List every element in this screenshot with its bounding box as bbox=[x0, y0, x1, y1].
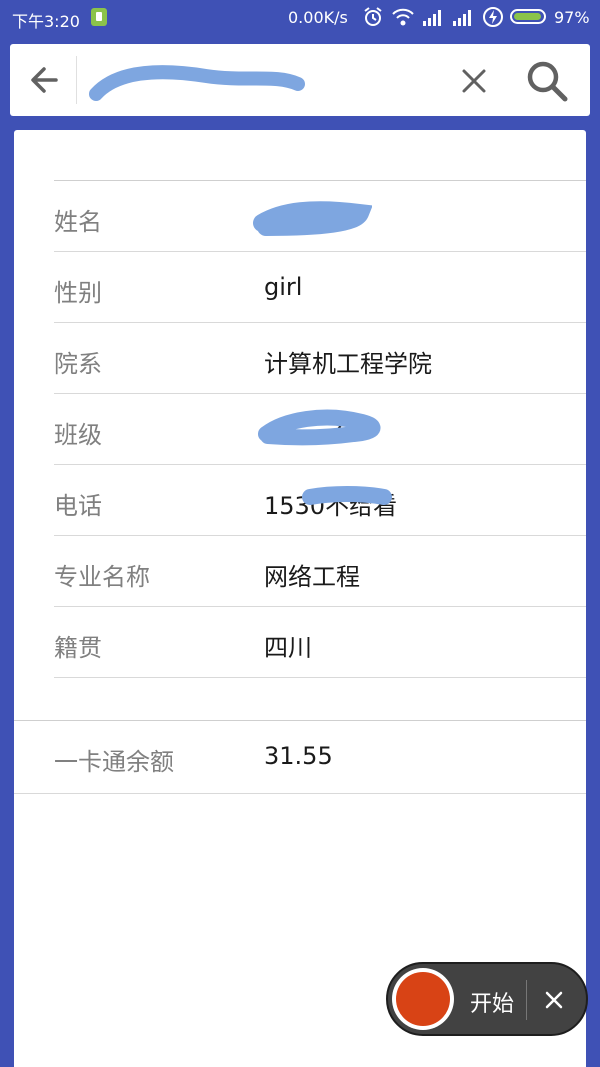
wifi-icon bbox=[392, 8, 414, 26]
status-bar: 下午3:20 0.00K/s 97% bbox=[0, 0, 600, 34]
info-label: 姓名 bbox=[54, 208, 102, 236]
signal-icon bbox=[453, 10, 471, 26]
redaction-mark bbox=[258, 409, 381, 446]
info-row-major: 专业名称 网络工程 bbox=[54, 536, 586, 607]
battery-saver-icon bbox=[91, 8, 107, 26]
record-dot-icon bbox=[396, 972, 450, 1026]
info-row-hometown: 籍贯 四川 bbox=[54, 607, 586, 678]
info-row-class: 班级 22 bbox=[54, 394, 586, 465]
back-arrow-icon[interactable] bbox=[24, 60, 64, 100]
info-label: 性别 bbox=[54, 279, 102, 307]
info-label: 院系 bbox=[54, 350, 102, 378]
info-label: 籍贯 bbox=[54, 634, 102, 662]
info-value: 计算机工程学院 bbox=[264, 350, 432, 378]
card-balance-row: 一卡通余额 31.55 bbox=[14, 720, 586, 794]
balance-label: 一卡通余额 bbox=[54, 748, 174, 776]
search-divider bbox=[76, 56, 77, 104]
search-icon[interactable] bbox=[522, 56, 572, 106]
battery-percent: 97% bbox=[554, 8, 590, 27]
balance-value: 31.55 bbox=[264, 742, 333, 770]
start-recording-label[interactable]: 开始 bbox=[470, 986, 514, 1018]
search-bar bbox=[10, 44, 590, 116]
network-speed: 0.00K/s bbox=[288, 8, 348, 27]
close-icon[interactable] bbox=[540, 986, 568, 1014]
info-value: girl bbox=[264, 273, 303, 301]
status-time: 下午3:20 bbox=[12, 12, 80, 31]
battery-icon bbox=[510, 9, 546, 24]
info-value: 网络工程 bbox=[264, 563, 360, 591]
info-label: 班级 bbox=[54, 421, 102, 449]
redaction-mark bbox=[302, 486, 392, 505]
info-row-department: 院系 计算机工程学院 bbox=[54, 323, 586, 394]
charging-icon bbox=[483, 7, 503, 27]
recorder-divider bbox=[526, 980, 527, 1020]
info-row-gender: 性别 girl bbox=[54, 252, 586, 323]
student-info-card: 姓名 性别 girl 院系 计算机工程学院 班级 22 1530不给看 电话 专… bbox=[14, 130, 586, 1067]
info-row-phone: 1530不给看 电话 bbox=[54, 465, 586, 536]
redaction-mark bbox=[89, 65, 305, 101]
clear-icon[interactable] bbox=[455, 62, 493, 100]
record-button[interactable] bbox=[392, 968, 454, 1030]
redaction-mark bbox=[253, 201, 372, 236]
info-row-name: 姓名 bbox=[54, 181, 586, 252]
signal-icon bbox=[423, 10, 441, 26]
info-table: 姓名 性别 girl 院系 计算机工程学院 班级 22 1530不给看 电话 专… bbox=[54, 180, 586, 678]
info-label: 专业名称 bbox=[54, 563, 150, 591]
info-value: 四川 bbox=[264, 634, 312, 662]
alarm-icon bbox=[364, 7, 382, 26]
screen-recorder-widget: 开始 bbox=[386, 962, 588, 1036]
info-label: 电话 bbox=[54, 492, 102, 520]
